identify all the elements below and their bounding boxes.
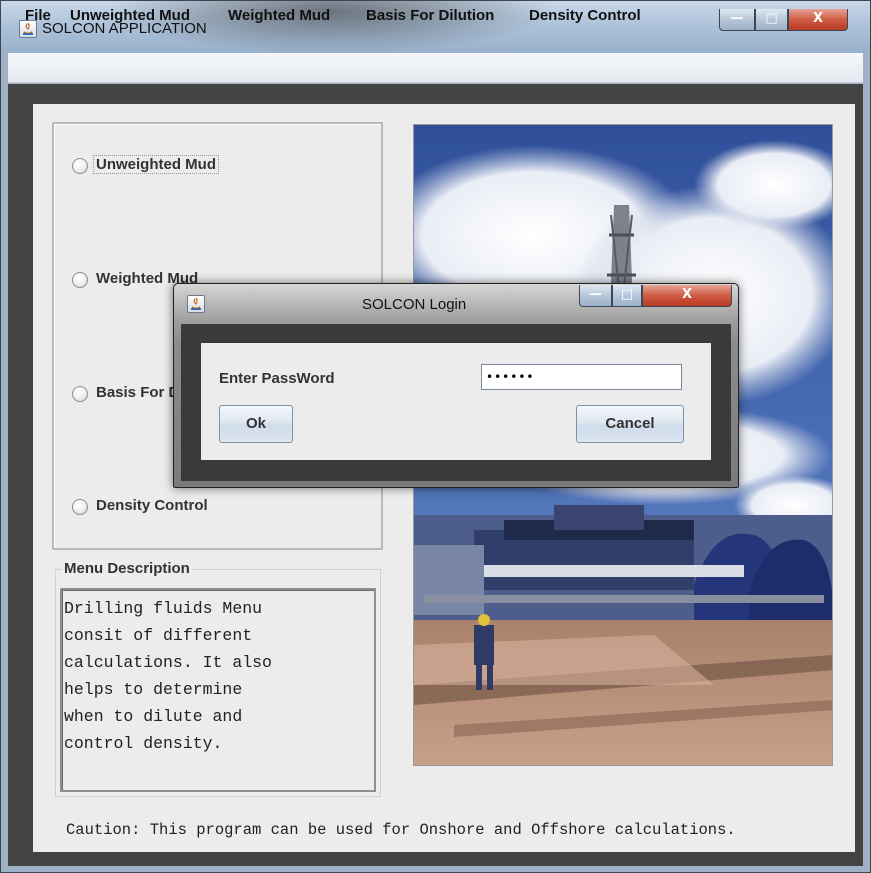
password-label: Enter PassWord: [219, 370, 335, 387]
menu-bar: [8, 53, 863, 83]
minimize-icon: —: [730, 11, 744, 26]
maximize-icon: □: [620, 287, 634, 302]
minimize-icon: —: [589, 287, 602, 302]
menu-description-text: Drilling fluids Menu consit of different…: [64, 599, 272, 753]
password-input[interactable]: [481, 364, 682, 390]
close-icon: X: [681, 287, 693, 302]
minimize-button[interactable]: —: [719, 9, 755, 31]
caution-text: Caution: This program can be used for On…: [66, 821, 736, 839]
radio-button[interactable]: [72, 158, 88, 174]
close-icon: X: [812, 11, 824, 26]
radio-label: Unweighted Mud: [93, 155, 219, 174]
java-dialog-icon: [187, 295, 205, 313]
cancel-button[interactable]: Cancel: [576, 405, 684, 443]
dialog-minimize-button[interactable]: —: [579, 285, 612, 307]
dialog-close-button[interactable]: X: [642, 285, 732, 307]
radio-label: Density Control: [96, 497, 208, 514]
radio-button[interactable]: [72, 272, 88, 288]
radio-button[interactable]: [72, 499, 88, 515]
menu-unweighted-mud[interactable]: Unweighted Mud: [70, 7, 190, 24]
radio-button[interactable]: [72, 386, 88, 402]
maximize-icon: □: [765, 11, 778, 26]
maximize-button[interactable]: □: [755, 9, 788, 31]
close-button[interactable]: X: [788, 9, 848, 31]
login-dialog-title: SOLCON Login: [362, 296, 467, 313]
menu-weighted-mud[interactable]: Weighted Mud: [228, 7, 330, 24]
menu-file[interactable]: File: [25, 7, 51, 24]
ok-button[interactable]: Ok: [219, 405, 293, 443]
menu-basis-for-dilution[interactable]: Basis For Dilution: [366, 7, 494, 24]
menu-description-title: Menu Description: [62, 560, 192, 577]
menu-density-control[interactable]: Density Control: [529, 7, 641, 24]
dialog-maximize-button[interactable]: □: [612, 285, 642, 307]
